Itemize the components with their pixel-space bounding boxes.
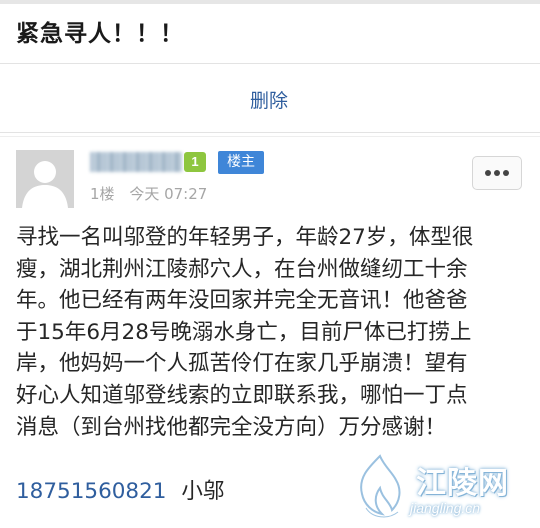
more-button[interactable] bbox=[472, 156, 522, 190]
post-body-line: 消息（到台州找他都完全没方向）万分感谢！ bbox=[16, 414, 447, 440]
avatar[interactable] bbox=[16, 150, 74, 208]
post-body: 寻找一名叫邬登的年轻男子，年龄27岁，体型很 瘦，湖北荆州江陵郝穴人，在台州做缝… bbox=[16, 222, 528, 443]
level-badge: 1 bbox=[184, 152, 206, 172]
post-body-line: 于15年6月28号晚溺水身亡，目前尸体已打捞上 bbox=[16, 319, 472, 345]
post-body-line: 好心人知道邬登线索的立即联系我，哪怕一丁点 bbox=[16, 382, 468, 408]
post-body-line: 年。他已经有两年没回家并完全无音讯！他爸爸 bbox=[16, 288, 468, 314]
signature: 小邬 bbox=[181, 479, 225, 504]
post-time: 今天 07:27 bbox=[129, 185, 208, 203]
owner-badge: 楼主 bbox=[218, 151, 264, 174]
divider bbox=[0, 63, 540, 64]
floor-number: 1楼 bbox=[90, 185, 115, 203]
post-body-line: 岸，他妈妈一个人孤苦伶仃在家几乎崩溃！望有 bbox=[16, 351, 468, 377]
thread-title: 紧急寻人！！！ bbox=[16, 21, 184, 47]
default-avatar-icon bbox=[16, 150, 74, 208]
divider bbox=[0, 136, 540, 137]
phone-link[interactable]: 18751560821 bbox=[16, 479, 166, 504]
divider bbox=[0, 132, 540, 133]
username-blurred[interactable] bbox=[90, 152, 182, 172]
site-watermark: 江陵网 jiangling.cn bbox=[340, 448, 536, 526]
watermark-name: 江陵网 bbox=[416, 466, 509, 501]
contact-line: 18751560821 小邬 bbox=[16, 476, 224, 508]
watermark-domain: jiangling.cn bbox=[410, 500, 481, 516]
flame-logo-icon bbox=[360, 454, 401, 519]
post-meta: 1楼 今天 07:27 bbox=[90, 183, 217, 204]
post-body-line: 寻找一名叫邬登的年轻男子，年龄27岁，体型很 bbox=[16, 225, 474, 250]
delete-button[interactable]: 删除 bbox=[250, 86, 288, 113]
top-rule bbox=[0, 0, 540, 4]
ellipsis-icon bbox=[485, 170, 509, 176]
post-body-line: 瘦，湖北荆州江陵郝穴人，在台州做缝纫工十余 bbox=[16, 256, 468, 282]
thread-page: 紧急寻人！！！ 删除 1 楼主 1楼 今天 07:27 寻找一名叫邬登的年轻男子… bbox=[0, 0, 540, 528]
